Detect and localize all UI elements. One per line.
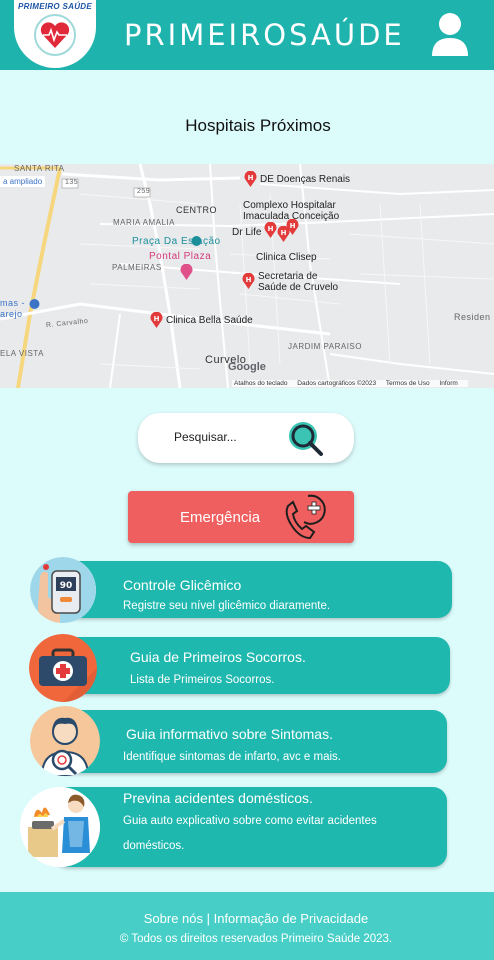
map-label: ELA VISTA [0,349,44,358]
map-poi[interactable]: Praça Da Estação [132,236,221,247]
app-header: PRIMEIRO SAÚDE PRIMEIROSAÚDE [0,0,494,70]
hospital-label[interactable]: Clinica Clisep [256,252,317,263]
info-link[interactable]: Inform [439,380,457,387]
cooking-icon [20,787,100,867]
map-label: PALMEIRAS [112,263,162,272]
app-logo[interactable]: PRIMEIRO SAÚDE [14,0,96,68]
map-label: Residen [454,312,491,322]
phone-emergency-icon [285,494,326,540]
terms-link[interactable]: Termos de Uso [386,380,430,387]
svg-text:H: H [246,276,252,284]
hospital-pin-icon[interactable]: H [150,312,163,328]
card-first-aid[interactable]: Guia de Primeiros Socorros. Lista de Pri… [54,637,450,694]
hospital-map[interactable]: a ampliado SANTA RITA 135 259 CENTRO MAR… [0,164,494,388]
keyboard-shortcuts-link[interactable]: Atalhos do teclado [234,380,287,387]
card-symptoms-guide[interactable]: Guia informativo sobre Sintomas. Identif… [54,710,447,773]
card-subtitle: Registre seu nível glicêmico diaramente. [123,600,331,612]
svg-text:H: H [248,174,254,182]
map-label: CENTRO [176,205,217,215]
card-subtitle: Guia auto explicativo sobre como evitar … [123,815,377,852]
map-poi[interactable]: mas - arejo [0,298,25,320]
brand-title: PRIMEIROSAÚDE [124,18,405,52]
map-data-text: Dados cartográficos ©2023 [297,380,377,387]
hospital-pin-icon[interactable]: H [264,222,277,238]
hospital-pin-icon[interactable]: H [286,219,299,235]
hospital-label[interactable]: Clinica Bella Saúde [166,315,253,326]
footer-links[interactable]: Sobre nós | Informação de Privacidade [0,911,494,926]
svg-text:H: H [290,222,296,230]
hospital-pin-icon[interactable]: H [244,171,257,187]
hospital-label[interactable]: Dr Life [232,227,261,238]
card-title: Previna acidentes domésticos. [123,790,313,806]
train-pin-icon[interactable] [190,234,203,250]
card-subtitle: Identifique sintomas de infarto, avc e m… [123,751,341,763]
map-label: 259 [137,188,151,195]
map-label: 135 [65,179,79,186]
shop-pin-icon[interactable] [28,297,41,313]
search-box[interactable]: Pesquisar... [138,413,354,463]
card-domestic-accidents[interactable]: Previna acidentes domésticos. Guia auto … [54,787,447,867]
emergency-label: Emergência [180,509,261,526]
hospital-label[interactable]: DE Doenças Renais [260,174,350,185]
card-glucose-control[interactable]: Controle Glicêmico Registre seu nível gl… [54,561,452,618]
search-input[interactable]: Pesquisar... [174,430,237,444]
emergency-button[interactable]: Emergência [128,491,354,543]
card-title: Controle Glicêmico [123,577,242,593]
heart-logo-icon [34,14,76,56]
user-icon[interactable] [430,12,470,58]
hospital-label[interactable]: Secretaria de Saúde de Cruvelo [258,271,338,293]
map-label: JARDIM PARAISO [288,342,362,351]
svg-text:H: H [268,225,274,233]
map-poi[interactable]: Pontal Plaza [149,251,211,262]
google-logo: Google [228,361,266,373]
footer-copyright: © Todos os direitos reservados Primeiro … [119,933,393,945]
logo-text: PRIMEIRO SAÚDE [18,2,92,11]
first-aid-kit-icon [29,634,97,702]
section-title: Hospitais Próximos [185,116,331,135]
search-icon[interactable] [286,419,326,459]
map-expand-link[interactable]: a ampliado [0,176,46,187]
glucose-meter-icon: 90 [30,557,96,623]
meter-value: 90 [60,581,73,591]
map-label: SANTA RITA [14,164,65,173]
svg-text:H: H [154,315,160,323]
doctor-icon [30,706,100,776]
card-subtitle: Lista de Primeiros Socorros. [130,674,275,686]
card-title: Guia informativo sobre Sintomas. [126,726,333,742]
page-footer: Sobre nós | Informação de Privacidade © … [0,892,494,960]
mall-pin-icon[interactable] [180,264,193,280]
map-attribution: Atalhos do teclado Dados cartográficos ©… [232,380,468,387]
card-title: Guia de Primeiros Socorros. [130,649,306,665]
hospital-pin-icon[interactable]: H [242,273,255,289]
map-label: MARIA AMALIA [113,218,176,227]
